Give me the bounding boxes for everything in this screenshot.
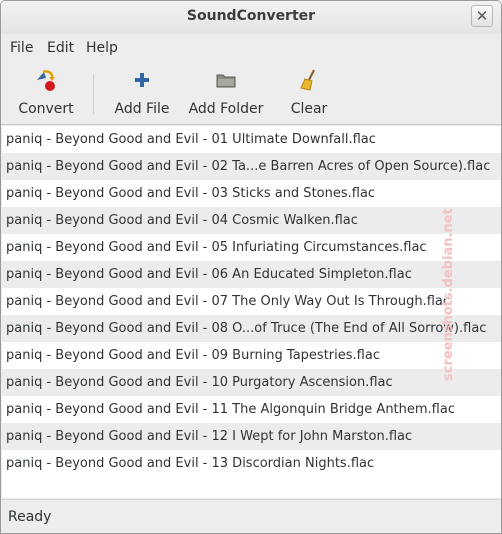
list-item[interactable]: paniq - Beyond Good and Evil - 07 The On… [2,288,501,315]
menu-edit[interactable]: Edit [47,40,74,56]
statusbar: Ready [1,499,501,533]
clear-label: Clear [290,101,328,117]
list-item[interactable]: paniq - Beyond Good and Evil - 01 Ultima… [2,126,501,153]
list-item[interactable]: paniq - Beyond Good and Evil - 06 An Edu… [2,261,501,288]
app-window: SoundConverter ✕ File Edit Help Convert … [0,0,502,534]
folder-icon [216,74,236,88]
add-file-label: Add File [114,101,170,117]
list-item[interactable]: paniq - Beyond Good and Evil - 13 Discor… [2,450,501,477]
list-item[interactable]: paniq - Beyond Good and Evil - 09 Burnin… [2,342,501,369]
clear-button[interactable]: Clear [281,60,337,125]
close-button[interactable]: ✕ [471,5,493,27]
add-file-button[interactable]: Add File [109,60,175,125]
convert-label: Convert [18,101,74,117]
list-item[interactable]: paniq - Beyond Good and Evil - 10 Purgat… [2,369,501,396]
file-list[interactable]: paniq - Beyond Good and Evil - 01 Ultima… [2,126,501,498]
menu-file[interactable]: File [10,40,33,56]
convert-button[interactable]: Convert [13,60,79,125]
toolbar: Convert Add File Add Folder Clear [1,60,501,125]
menu-help[interactable]: Help [86,40,118,56]
convert-icon [37,70,55,91]
list-item[interactable]: paniq - Beyond Good and Evil - 04 Cosmic… [2,207,501,234]
toolbar-separator [93,74,94,114]
status-text: Ready [8,509,52,525]
list-item[interactable]: paniq - Beyond Good and Evil - 03 Sticks… [2,180,501,207]
add-folder-button[interactable]: Add Folder [187,60,265,125]
list-item[interactable]: paniq - Beyond Good and Evil - 02 Ta...e… [2,153,501,180]
plus-icon [135,73,149,87]
close-icon: ✕ [475,7,489,25]
titlebar[interactable]: SoundConverter ✕ [1,1,501,34]
list-item[interactable]: paniq - Beyond Good and Evil - 11 The Al… [2,396,501,423]
broom-icon [300,69,315,91]
list-item[interactable]: paniq - Beyond Good and Evil - 12 I Wept… [2,423,501,450]
add-folder-label: Add Folder [188,101,264,117]
menubar: File Edit Help [1,34,501,60]
list-item[interactable]: paniq - Beyond Good and Evil - 05 Infuri… [2,234,501,261]
list-item[interactable]: paniq - Beyond Good and Evil - 08 O...of… [2,315,501,342]
window-title: SoundConverter [186,8,316,24]
